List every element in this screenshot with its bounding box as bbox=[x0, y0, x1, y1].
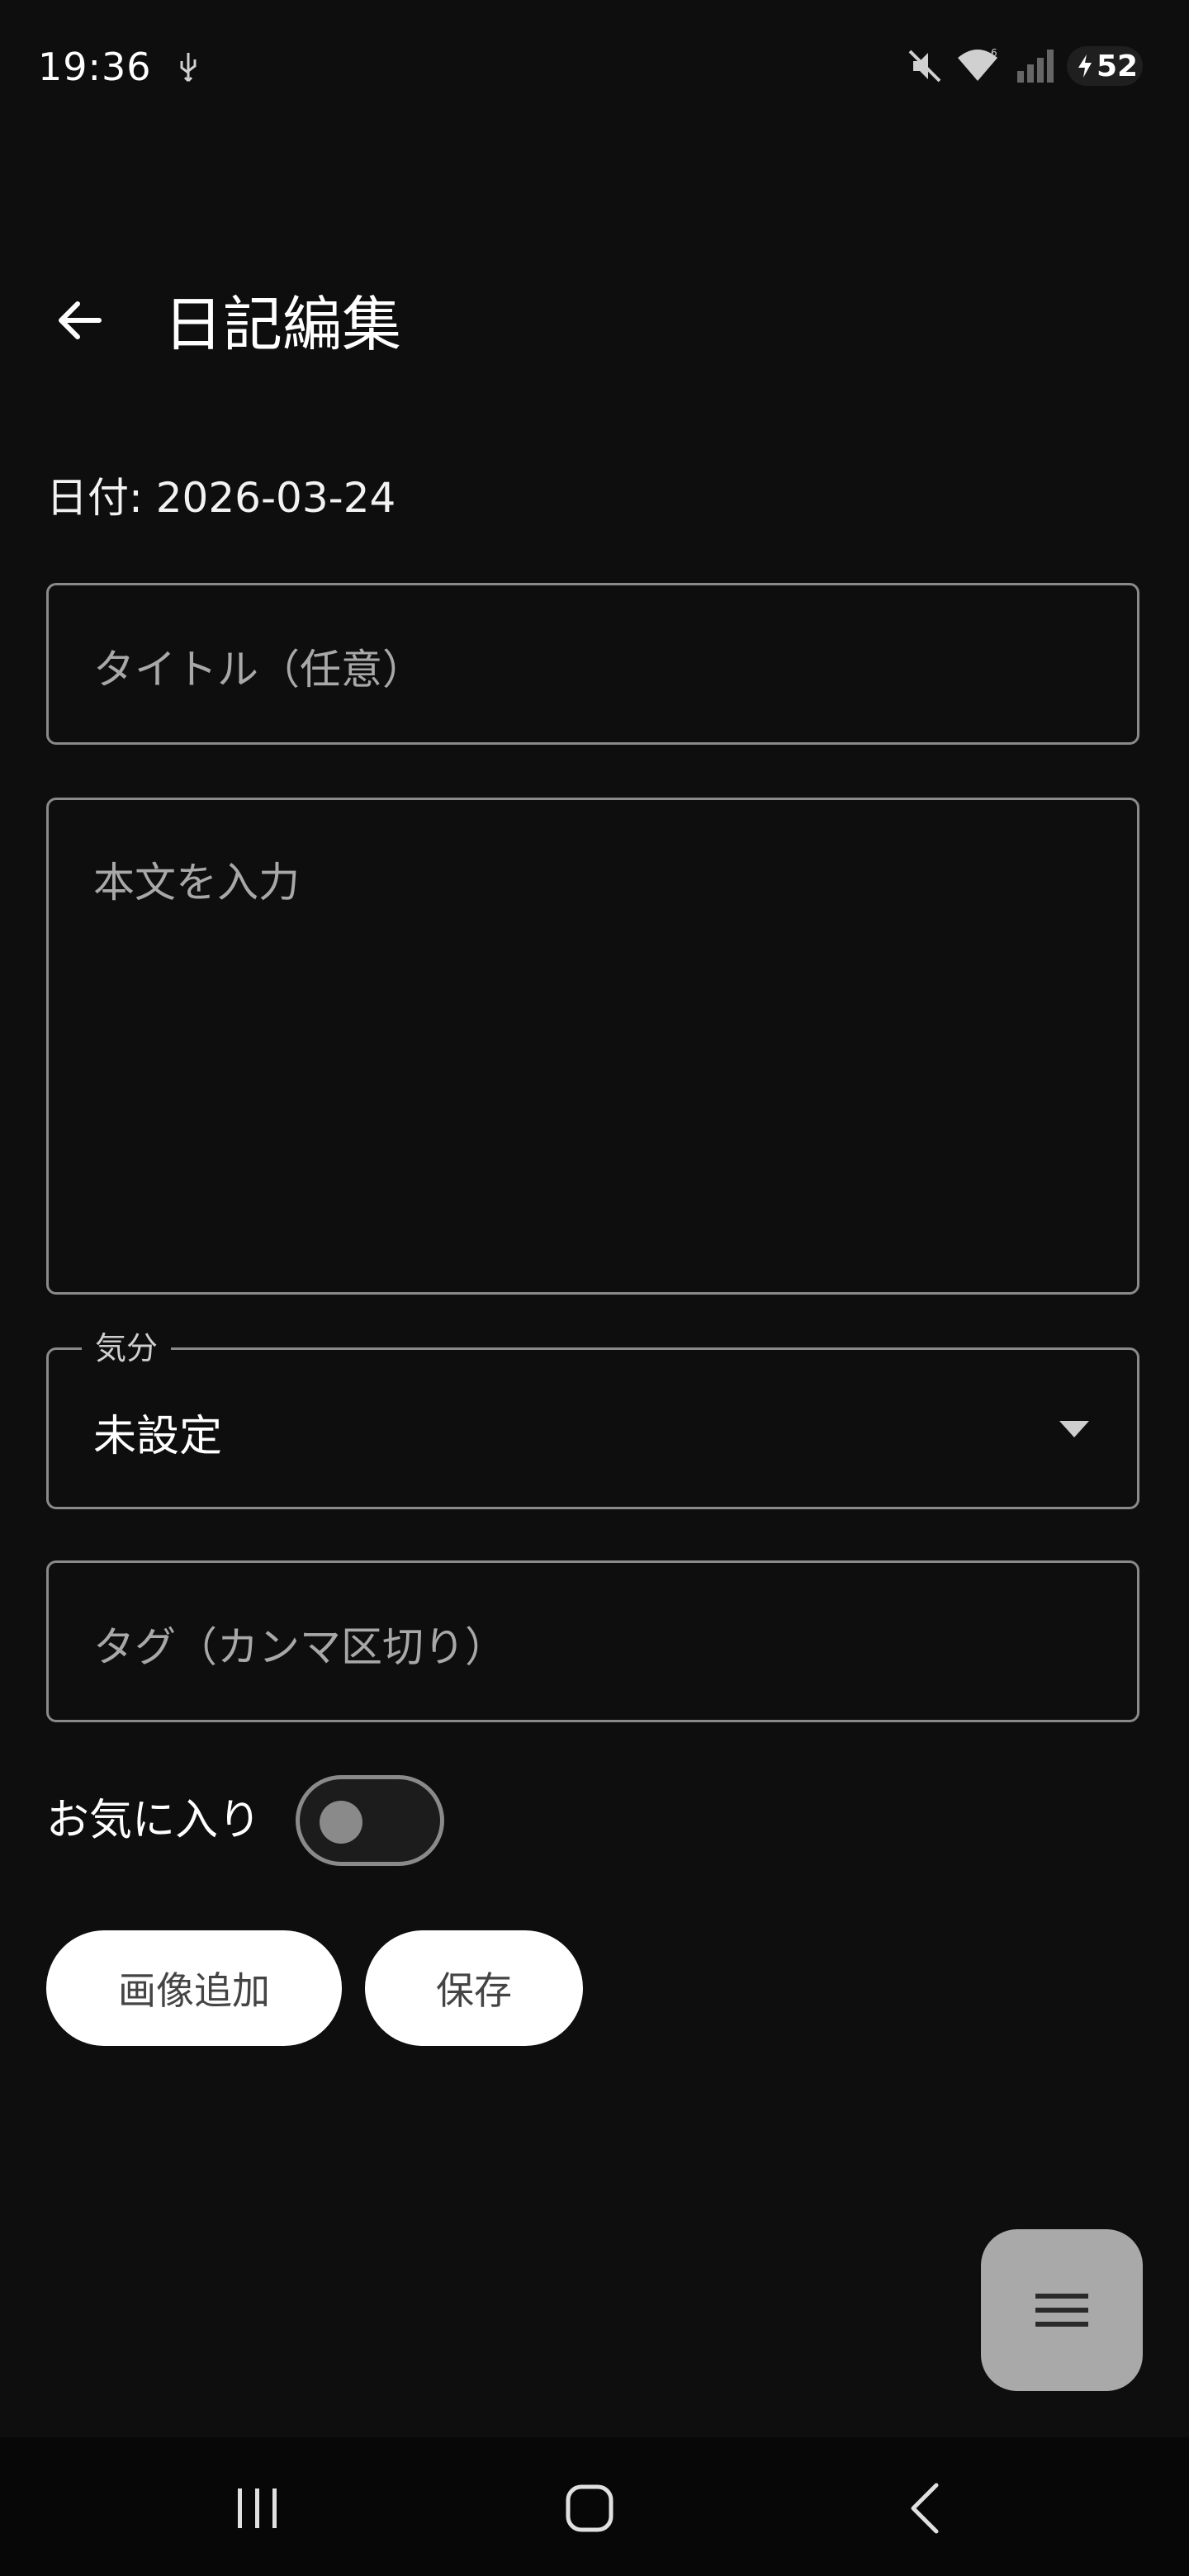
add-image-button[interactable]: 画像追加 bbox=[46, 1930, 342, 2046]
diary-edit-screen: 19:36 6 52 日記編集 日付: 2026-03-24 タイトル（任意） … bbox=[0, 0, 1189, 2576]
status-time: 19:36 bbox=[38, 45, 152, 89]
mood-value: 未設定 bbox=[93, 1412, 223, 1461]
usb-icon bbox=[180, 53, 197, 83]
tags-input[interactable]: タグ（カンマ区切り） bbox=[46, 1560, 1139, 1722]
home-icon[interactable] bbox=[563, 2482, 616, 2535]
dropdown-arrow-icon bbox=[1059, 1421, 1089, 1437]
tags-placeholder: タグ（カンマ区切り） bbox=[93, 1623, 506, 1671]
title-placeholder: タイトル（任意） bbox=[93, 646, 424, 694]
mood-label: 気分 bbox=[82, 1328, 172, 1368]
back-icon[interactable] bbox=[902, 2480, 948, 2536]
svg-text:6: 6 bbox=[991, 47, 997, 59]
signal-icon bbox=[1017, 50, 1054, 83]
battery-indicator: 52 bbox=[1067, 46, 1143, 86]
status-bar: 19:36 6 52 bbox=[0, 0, 1189, 132]
recents-icon[interactable] bbox=[233, 2484, 282, 2533]
mute-icon bbox=[908, 50, 941, 83]
system-nav-bar bbox=[0, 2437, 1189, 2576]
battery-level: 52 bbox=[1097, 50, 1139, 83]
menu-icon bbox=[1035, 2294, 1088, 2327]
arrow-back-icon bbox=[59, 301, 102, 339]
date-label: 日付: 2026-03-24 bbox=[46, 474, 396, 522]
back-button[interactable] bbox=[46, 287, 112, 353]
body-input[interactable]: 本文を入力 bbox=[46, 798, 1139, 1295]
page-title: 日記編集 bbox=[163, 290, 402, 359]
battery-charging-icon bbox=[1078, 54, 1092, 78]
menu-fab-button[interactable] bbox=[981, 2229, 1143, 2391]
favorite-label: お気に入り bbox=[46, 1796, 262, 1845]
wifi-icon: 6 bbox=[958, 47, 997, 81]
save-button[interactable]: 保存 bbox=[365, 1930, 583, 2046]
mood-dropdown[interactable]: 気分 未設定 bbox=[46, 1328, 1139, 1509]
body-placeholder: 本文を入力 bbox=[93, 859, 300, 907]
favorite-switch[interactable] bbox=[296, 1775, 444, 1866]
switch-thumb bbox=[320, 1801, 362, 1844]
title-input[interactable]: タイトル（任意） bbox=[46, 583, 1139, 745]
